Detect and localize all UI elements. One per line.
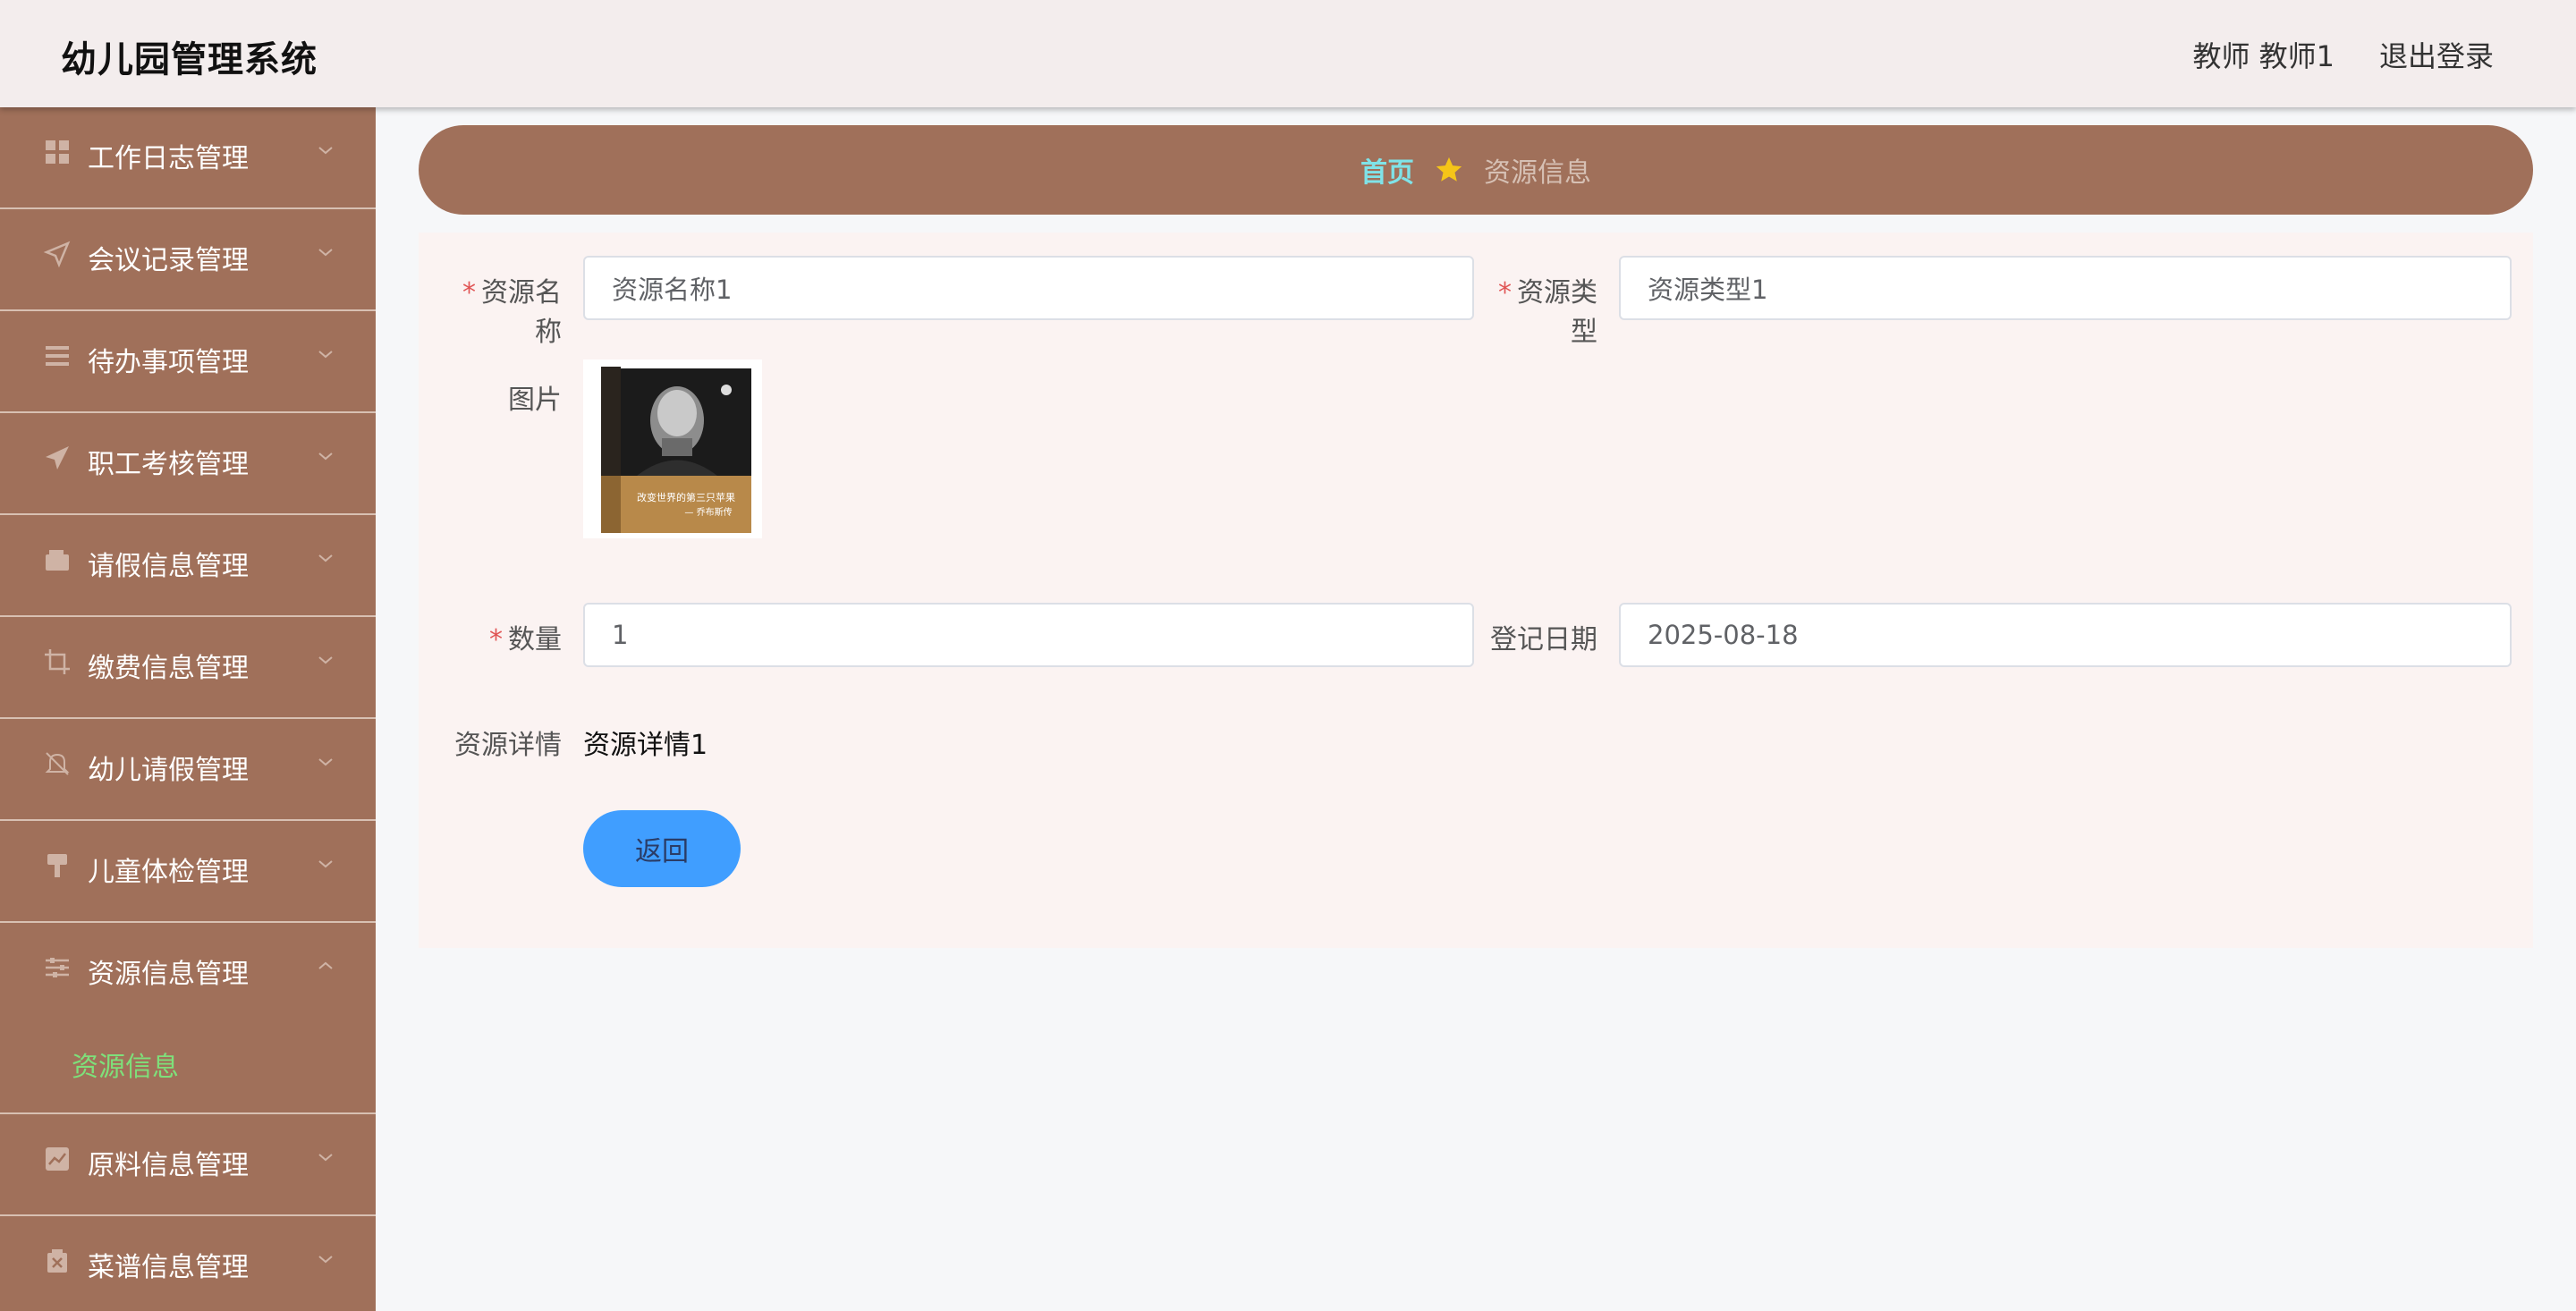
resource-detail-label: 资源详情 [454,730,562,761]
required-marker: * [489,624,503,656]
list-icon [43,342,72,370]
quantity-label: * 数量 [489,624,562,656]
sidebar-item-work-log[interactable]: 工作日志管理 [0,107,376,209]
required-marker: * [462,277,476,309]
current-user: 教师 教师1 [2192,39,2334,73]
book-title-line1: 改变世界的第三只苹果 [637,491,735,503]
submenu-item-label: 资源信息 [72,1052,179,1083]
sidebar-item-staff-assessment[interactable]: 职工考核管理 [0,413,376,515]
logout-link[interactable]: 退出登录 [2379,34,2494,75]
sidebar-item-child-leave[interactable]: 幼儿请假管理 [0,719,376,821]
chevron-down-icon [315,1248,336,1270]
sidebar-item-label: 会议记录管理 [88,245,249,276]
sidebar-item-label: 幼儿请假管理 [88,755,249,786]
submenu-item-resource-info[interactable]: 资源信息 [0,1025,376,1114]
crop-icon [43,647,72,676]
paper-plane-icon [43,444,72,472]
resource-image[interactable]: 改变世界的第三只苹果 — 乔布斯传 [583,359,762,538]
sidebar-item-label: 资源信息管理 [88,959,249,990]
sidebar-item-health-check[interactable]: 儿童体检管理 [0,821,376,923]
book-cover-image: 改变世界的第三只苹果 — 乔布斯传 [583,359,762,538]
sidebar-item-payment-info[interactable]: 缴费信息管理 [0,617,376,719]
resource-detail-value: 资源详情1 [583,730,708,761]
sidebar-item-label: 缴费信息管理 [88,653,249,684]
sliders-icon [43,953,72,982]
resource-type-input[interactable] [1619,256,2512,320]
required-marker: * [1498,277,1512,309]
resource-name-label: * 资源名称 [462,277,562,348]
app-title: 幼儿园管理系统 [61,39,318,80]
chevron-down-icon [315,140,336,161]
bell-off-icon [43,749,72,778]
sidebar-item-label: 待办事项管理 [88,347,249,378]
chevron-down-icon [315,751,336,773]
sidebar-menu: 工作日志管理 会议记录管理 待办事项管理 职工考核管理 请假信息管理 缴费信息管… [0,107,376,1311]
chevron-down-icon [315,1146,336,1168]
back-button[interactable]: 返回 [583,810,741,887]
chevron-down-icon [315,241,336,263]
sidebar-item-meeting-records[interactable]: 会议记录管理 [0,209,376,311]
sidebar-item-label: 职工考核管理 [88,449,249,480]
chevron-down-icon [315,547,336,569]
sidebar-item-label: 儿童体检管理 [88,857,249,888]
image-label: 图片 [508,385,562,416]
send-outline-icon [43,240,72,268]
chevron-down-icon [315,343,336,365]
sidebar-item-label: 菜谱信息管理 [88,1252,249,1283]
chevron-down-icon [315,853,336,875]
chart-icon [43,1145,72,1173]
sidebar-item-leave-info[interactable]: 请假信息管理 [0,515,376,617]
sidebar-item-label: 请假信息管理 [88,551,249,582]
sidebar-item-ingredient-info[interactable]: 原料信息管理 [0,1114,376,1216]
sidebar-item-recipe-info[interactable]: 菜谱信息管理 [0,1216,376,1311]
register-date-input[interactable] [1619,603,2512,667]
sidebar-item-label: 工作日志管理 [88,143,249,174]
chevron-down-icon [315,445,336,467]
sidebar-item-label: 原料信息管理 [88,1150,249,1181]
book-title-line2: — 乔布斯传 [684,506,732,518]
breadcrumb-current: 资源信息 [1484,157,1591,189]
quantity-input[interactable] [583,603,1474,667]
breadcrumb: 首页 资源信息 [419,125,2533,215]
grid-icon [43,138,72,166]
chevron-down-icon [315,649,336,671]
chevron-up-icon [315,955,336,977]
resource-name-input[interactable] [583,256,1474,320]
brush-icon [43,851,72,880]
top-header: 幼儿园管理系统 教师 教师1 退出登录 [0,0,2576,107]
wallet-icon [43,546,72,574]
star-icon [1434,155,1464,185]
resource-type-label: * 资源类型 [1498,277,1597,348]
breadcrumb-home-link[interactable]: 首页 [1360,150,1414,190]
register-date-label: 登记日期 [1490,624,1597,656]
sidebar-item-todo[interactable]: 待办事项管理 [0,311,376,413]
sidebar-item-resource-info[interactable]: 资源信息管理 [0,923,376,1025]
box-icon [43,1247,72,1275]
